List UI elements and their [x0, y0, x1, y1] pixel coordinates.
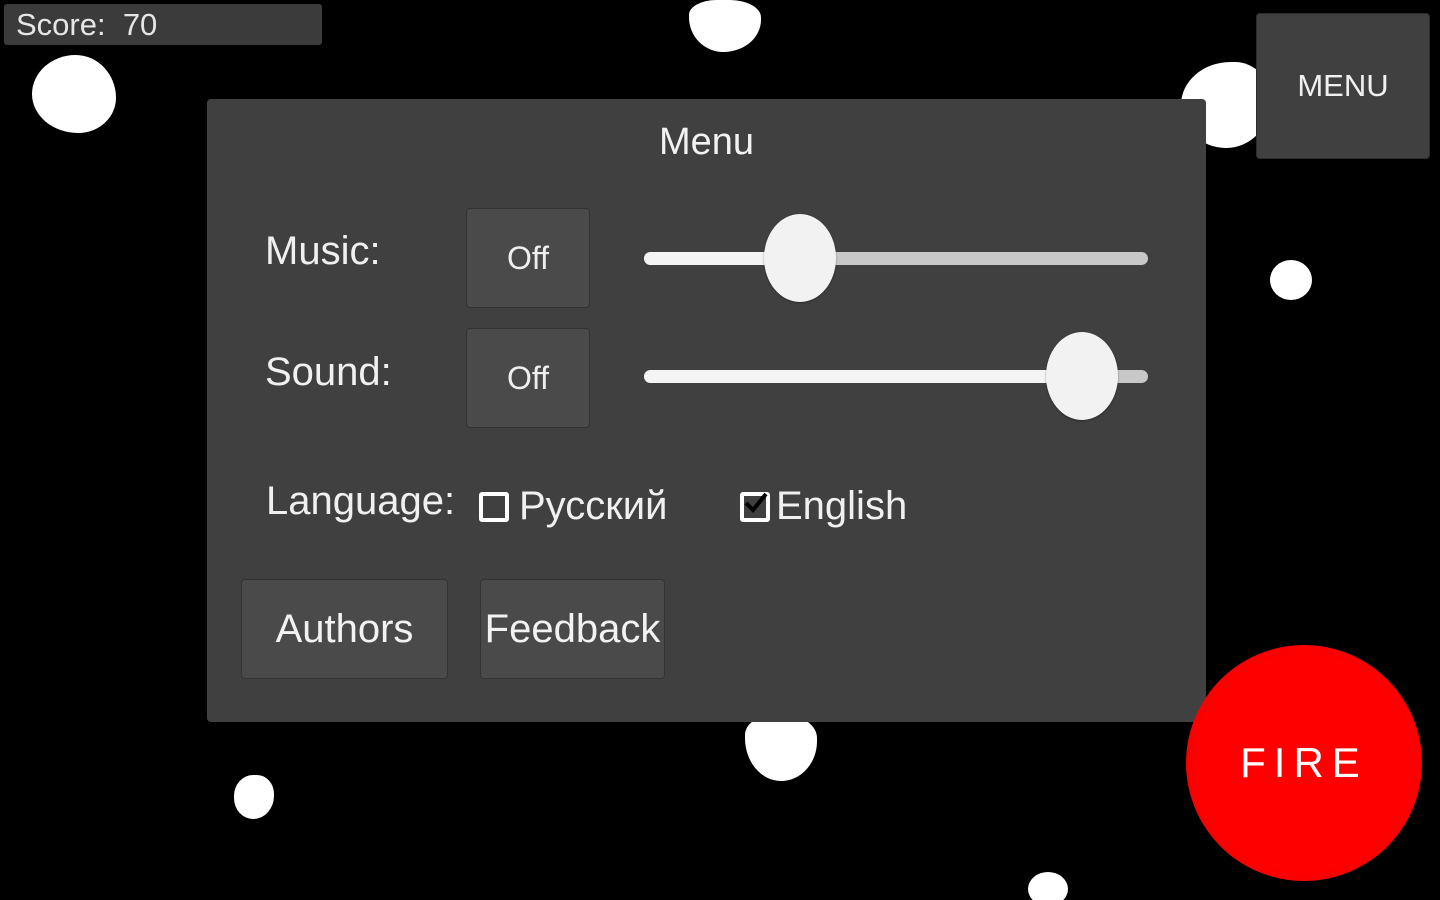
sound-slider-fill	[644, 370, 1083, 383]
menu-title: Menu	[658, 121, 755, 163]
fire-button[interactable]: FIRE	[1186, 645, 1422, 881]
menu-button[interactable]: MENU	[1256, 13, 1430, 159]
checkmark-icon	[744, 492, 768, 513]
sound-volume-slider[interactable]	[644, 332, 1148, 420]
authors-button[interactable]: Authors	[241, 579, 448, 679]
asteroid	[32, 55, 116, 133]
score-display: Score: 70	[4, 4, 322, 45]
asteroid	[689, 0, 761, 52]
russian-checkbox[interactable]	[479, 491, 509, 522]
language-label: Language:	[266, 479, 456, 523]
sound-toggle-button[interactable]: Off	[466, 328, 590, 428]
asteroid	[1028, 872, 1068, 900]
english-option-label: English	[776, 484, 908, 528]
asteroid	[745, 715, 817, 781]
russian-option-label: Русский	[519, 484, 668, 528]
language-option-russian[interactable]: Русский	[479, 484, 667, 529]
english-checkbox[interactable]	[740, 491, 770, 522]
music-slider-handle[interactable]	[764, 214, 837, 302]
music-label: Music:	[265, 229, 381, 273]
asteroid	[234, 775, 274, 819]
asteroid	[1270, 260, 1312, 300]
menu-panel: Menu Music: Off Sound: Off Language: Рус…	[207, 99, 1206, 722]
sound-slider-handle[interactable]	[1046, 332, 1119, 420]
music-volume-slider[interactable]	[644, 214, 1148, 302]
language-option-english[interactable]: English	[740, 484, 907, 529]
sound-label: Sound:	[265, 350, 392, 394]
feedback-button[interactable]: Feedback	[480, 579, 665, 679]
game-screen: Score: 70 MENU Menu Music: Off Sound: Of…	[0, 0, 1440, 900]
music-toggle-button[interactable]: Off	[466, 208, 590, 308]
